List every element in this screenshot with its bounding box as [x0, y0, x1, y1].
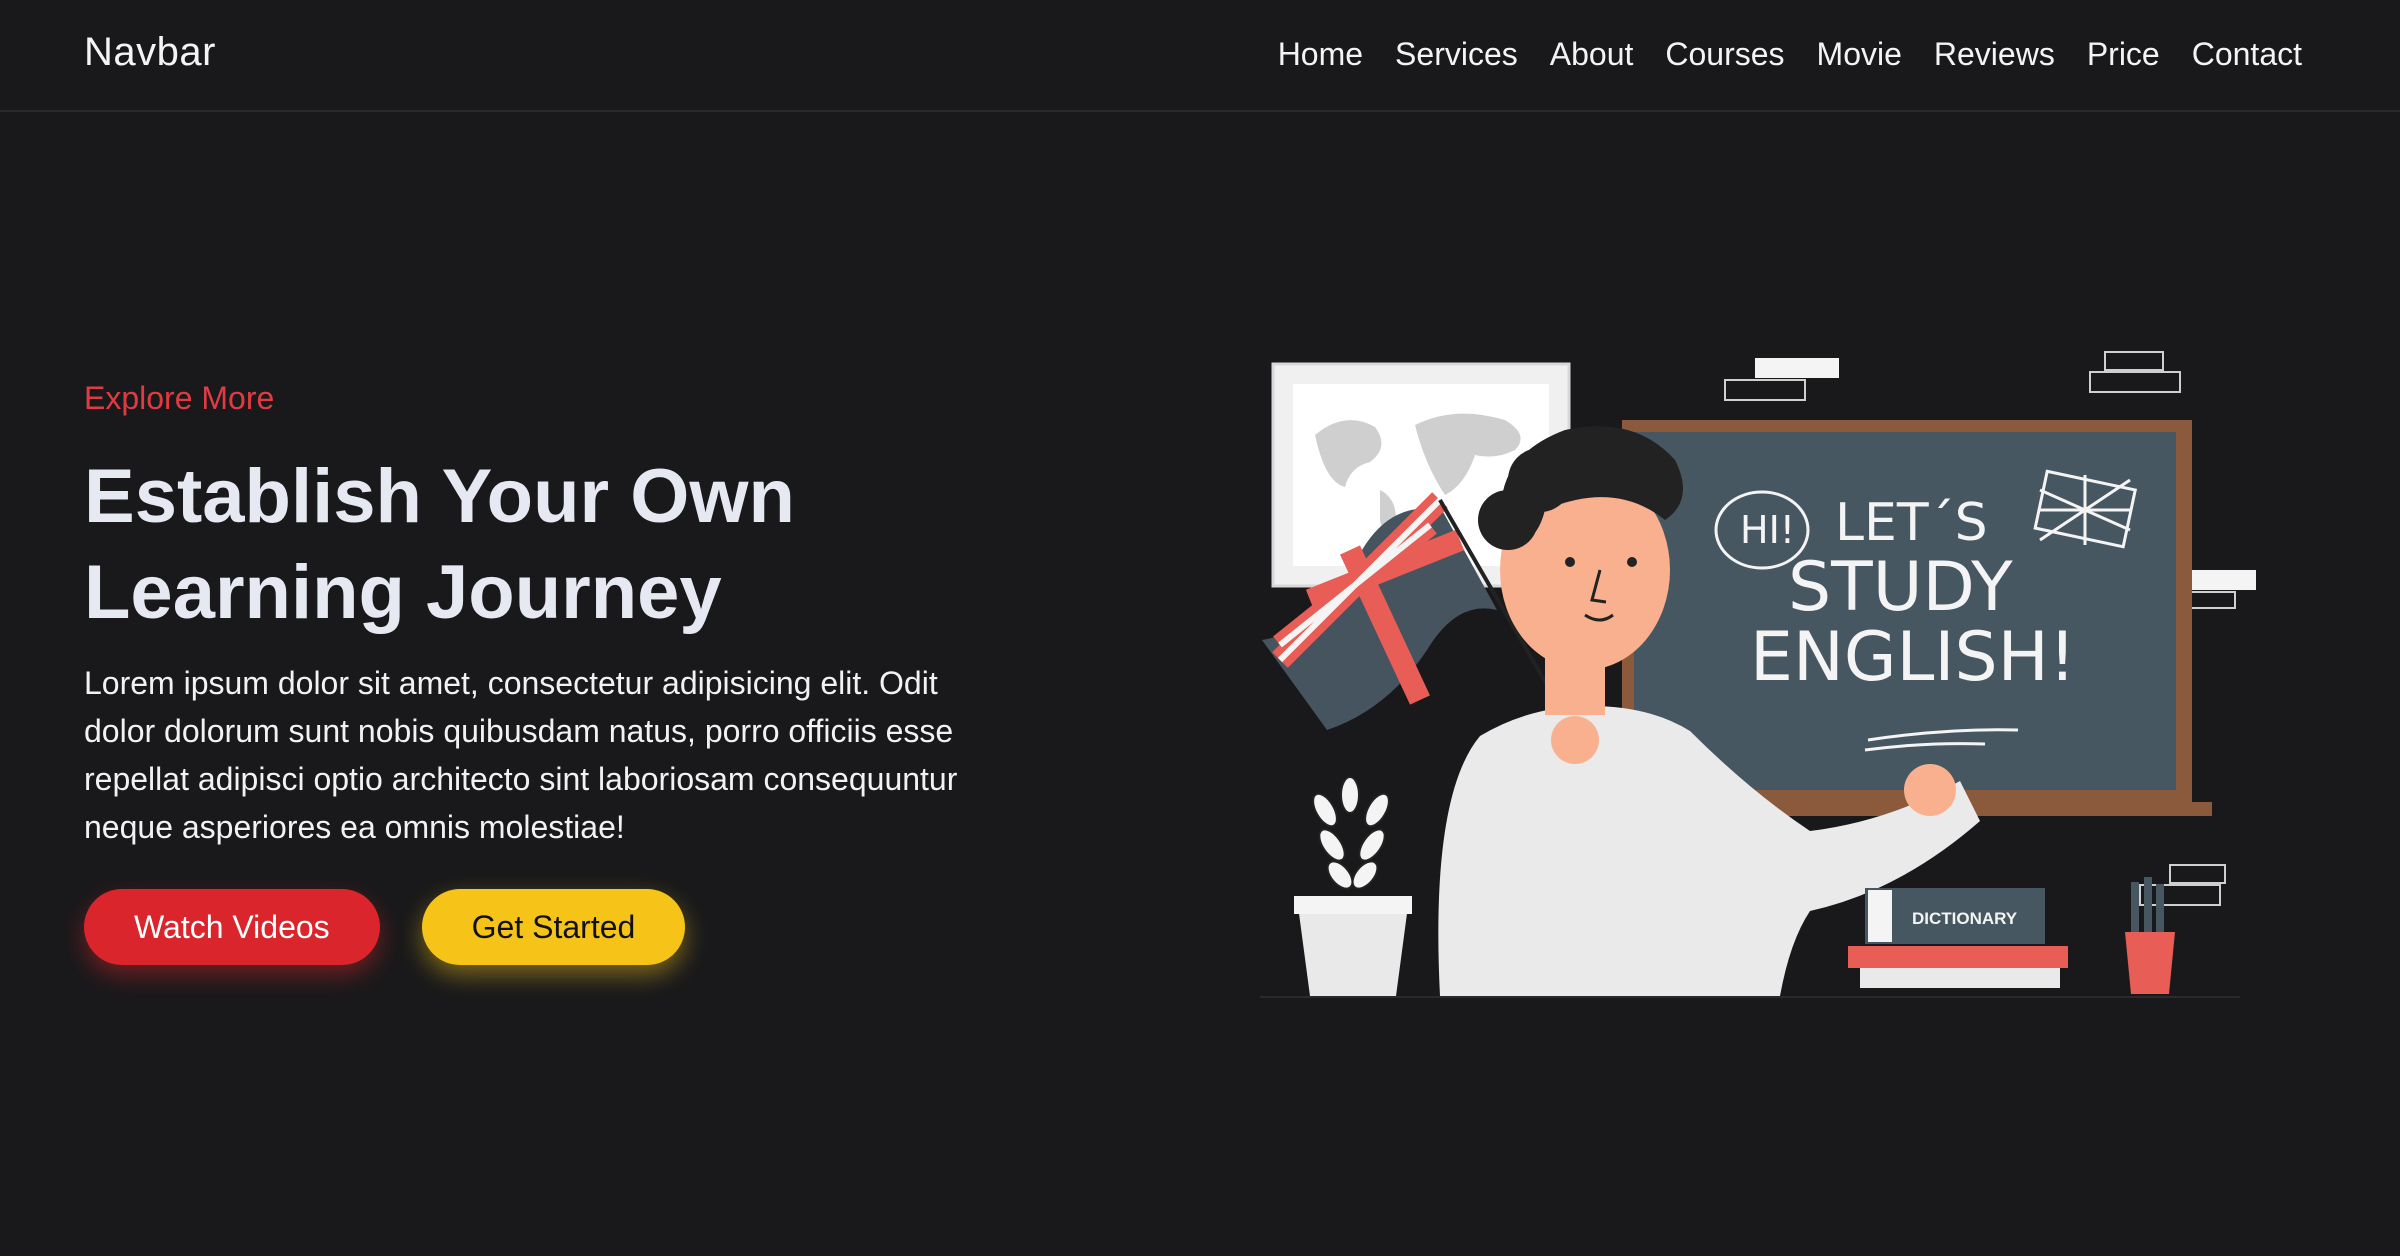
nav-link-about[interactable]: About [1550, 36, 1634, 73]
watch-videos-button[interactable]: Watch Videos [84, 889, 380, 965]
nav-link-contact[interactable]: Contact [2192, 36, 2302, 73]
nav-link-movie[interactable]: Movie [1817, 36, 1902, 73]
board-text-line-3: ENGLISH! [1750, 618, 2076, 697]
board-text-line-1: LET´S [1835, 493, 1988, 553]
hero-description: Lorem ipsum dolor sit amet, consectetur … [84, 665, 958, 845]
hero-eyebrow: Explore More [84, 380, 275, 416]
nav-links: Home Services About Courses Movie Review… [1278, 36, 2302, 73]
pencil-cup-icon [2125, 877, 2175, 994]
nav-link-price[interactable]: Price [2087, 36, 2160, 73]
hero-actions: Watch Videos Get Started [84, 889, 984, 965]
navbar: Navbar Home Services About Courses Movie… [0, 0, 2400, 112]
get-started-button[interactable]: Get Started [421, 889, 686, 965]
speech-bubble-text: HI! [1740, 508, 1795, 552]
board-text-line-2: STUDY [1788, 548, 2013, 627]
dictionary-label: DICTIONARY [1912, 909, 2018, 928]
brand-logo[interactable]: Navbar [84, 30, 216, 75]
hero-section: Explore More Establish Your Own Learning… [84, 380, 984, 965]
hero-title: Establish Your Own Learning Journey [84, 449, 964, 641]
potted-plant-icon [1294, 776, 1412, 996]
hero-title-line-1: Establish Your Own [84, 454, 795, 539]
nav-link-reviews[interactable]: Reviews [1934, 36, 2055, 73]
nav-link-courses[interactable]: Courses [1665, 36, 1784, 73]
teacher-illustration: HI! LET´S STUDY ENGLISH! DICTIONARY [1260, 351, 2256, 998]
nav-link-home[interactable]: Home [1278, 36, 1363, 73]
nav-link-services[interactable]: Services [1395, 36, 1518, 73]
hero-title-line-2: Learning Journey [84, 550, 722, 635]
dictionary-books-stack: DICTIONARY [1848, 888, 2068, 988]
